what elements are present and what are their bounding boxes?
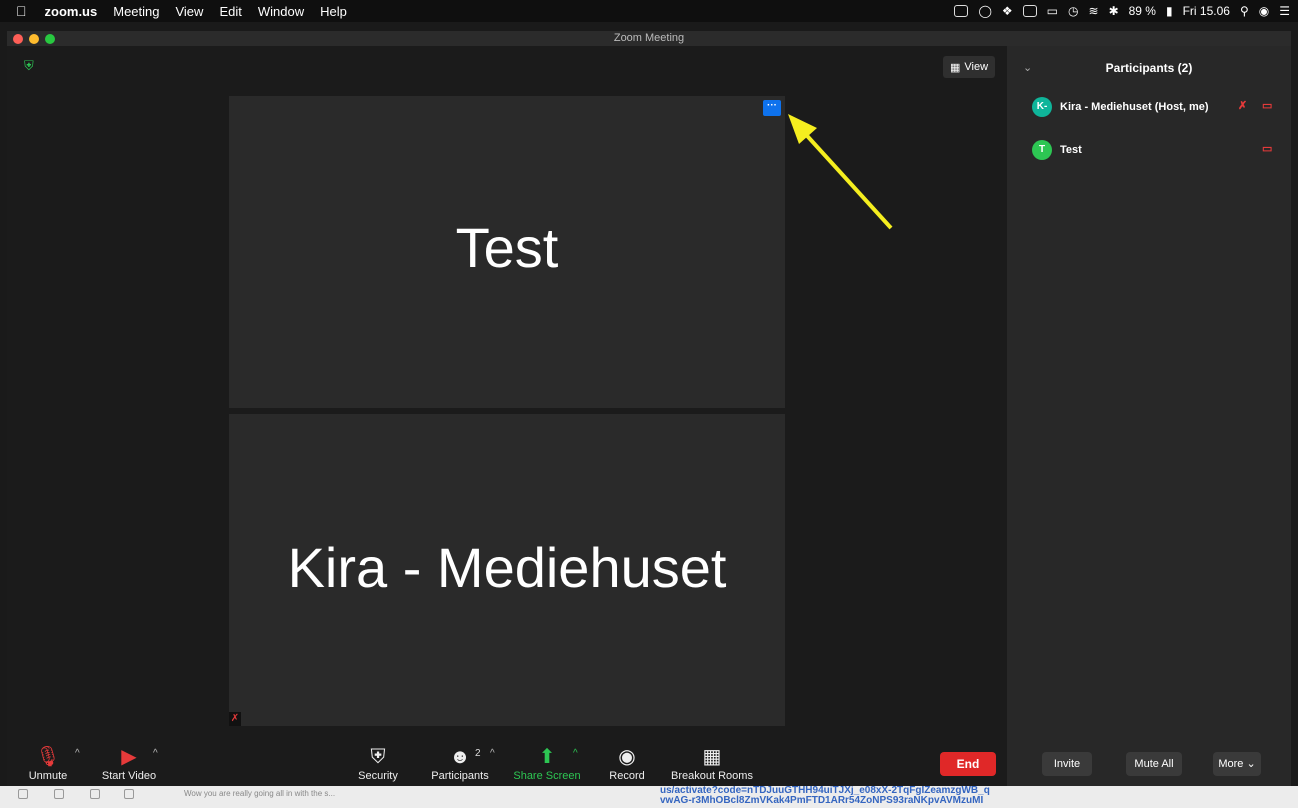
window-title: Zoom Meeting [613,32,685,44]
menu-view[interactable]: View [167,4,211,19]
breakout-rooms-icon: ▦ [702,746,722,768]
bluetooth-icon[interactable]: ✱ [1109,4,1119,18]
airplay-icon[interactable]: ▭ [1047,4,1058,18]
arrow-shaft [798,126,893,230]
participants-label: Participants [431,770,489,782]
more-button-label: More [1218,758,1244,770]
background-app-strip: Wow you are really going all in with the… [0,786,1298,808]
participant-row[interactable]: T Test ▭ [1032,139,1282,161]
security-button[interactable]: ⛨ Security [353,738,403,786]
grid-icon: ▦ [949,61,961,74]
view-button-label: View [964,61,989,73]
window-titlebar: Zoom Meeting [7,31,1291,46]
start-video-button[interactable]: ▶ Start Video [93,738,165,786]
participants-caret-icon[interactable]: ^ [490,748,495,759]
participants-icon: ☻ [449,746,471,768]
meeting-toolbar: 🎙 Unmute ^ ▶ Start Video ^ ⛨ Security ☻ … [7,738,1004,786]
avatar: K- [1032,97,1052,117]
siri-icon[interactable]: ◉ [1259,4,1269,18]
video-tile-test[interactable]: Test ··· [229,96,785,408]
avatar: T [1032,140,1052,160]
minimize-window-button[interactable] [29,34,39,44]
tile-participant-name: Test [455,215,559,279]
record-button[interactable]: ◉ Record [605,738,649,786]
invite-button[interactable]: Invite [1042,752,1092,776]
apple-menu-icon[interactable]:  [0,3,37,19]
unmute-label: Unmute [28,770,68,782]
vpn-icon[interactable]: ◯ [978,4,991,18]
url-line-2: vwAG-r3MhOBcl8ZmVKak4PmFTD1ARr54ZoNPS93r… [660,795,984,806]
audio-options-caret-icon[interactable]: ^ [75,748,80,759]
time-machine-icon[interactable]: ◷ [1068,4,1078,18]
notification-center-icon[interactable]: ☰ [1279,4,1290,18]
participants-button[interactable]: ☻ Participants [425,738,495,786]
dropbox-icon[interactable]: ❖ [1002,4,1013,18]
menu-edit[interactable]: Edit [211,4,249,19]
spotlight-icon[interactable]: ⚲ [1240,4,1249,18]
maximize-window-button[interactable] [45,34,55,44]
menu-help[interactable]: Help [312,4,355,19]
background-url-text: us/activate?code=nTDJuuGTHH94uiTJXj_e08x… [660,786,1050,808]
menu-window[interactable]: Window [250,4,312,19]
reply-icon [90,789,100,799]
status-area: ◯ ❖ ▭ ◷ ≋ ✱ 89 % ▮ Fri 15.06 ⚲ ◉ ☰ [954,0,1290,22]
participants-count: 2 [475,748,481,759]
video-options-caret-icon[interactable]: ^ [153,748,158,759]
menu-app-name[interactable]: zoom.us [37,4,106,19]
participant-name: Kira - Mediehuset (Host, me) [1060,101,1209,113]
record-icon: ◉ [618,746,636,768]
menu-meeting[interactable]: Meeting [105,4,167,19]
mute-all-button[interactable]: Mute All [1126,752,1182,776]
arrow-head [788,114,817,144]
unmute-button[interactable]: 🎙 Unmute [21,738,75,786]
participants-panel: ⌄ Participants (2) K- Kira - Mediehuset … [1007,46,1291,786]
participant-name: Test [1060,144,1082,156]
clock[interactable]: Fri 15.06 [1183,4,1230,18]
breakout-rooms-label: Breakout Rooms [671,770,753,782]
video-tile-kira[interactable]: Kira - Mediehuset ✗ [229,414,785,726]
security-label: Security [358,770,398,782]
share-screen-icon: ⬆ [538,746,556,768]
archive-icon [54,789,64,799]
share-screen-button[interactable]: ⬆ Share Screen [511,738,583,786]
tile-more-options-button[interactable]: ··· [763,100,781,116]
attachment-icon [124,789,134,799]
share-options-caret-icon[interactable]: ^ [573,748,578,759]
battery-percent[interactable]: 89 % [1129,4,1156,18]
close-window-button[interactable] [13,34,23,44]
mail-icon [18,789,28,799]
start-video-label: Start Video [101,770,157,782]
zoom-status-icon[interactable] [954,5,969,17]
shield-icon: ⛨ [370,746,386,768]
video-off-icon: ▶ [121,746,137,768]
tile-participant-name: Kira - Mediehuset [287,535,727,599]
encryption-shield-icon[interactable]: ⛨ [24,59,38,73]
muted-mic-icon: ✗ [1238,100,1248,112]
view-button[interactable]: ▦ View [943,56,995,78]
end-meeting-button[interactable]: End [940,752,996,776]
wifi-icon[interactable]: ≋ [1089,4,1099,18]
video-off-icon: ▭ [1262,100,1273,112]
meeting-area: ⛨ ▦ View Test ··· Kira - Mediehuset ✗ 🎙 … [7,46,1004,786]
battery-icon[interactable]: ▮ [1166,4,1173,18]
share-screen-label: Share Screen [513,770,581,782]
record-label: Record [609,770,645,782]
participant-row[interactable]: K- Kira - Mediehuset (Host, me) ✗ ▭ [1032,96,1282,118]
chevron-down-icon: ⌄ [1243,758,1256,770]
more-button[interactable]: More ⌄ [1213,752,1261,776]
app-status-icon[interactable] [1022,5,1037,17]
muted-mic-icon: 🎙 [35,746,61,768]
zoom-window: ⛨ ▦ View Test ··· Kira - Mediehuset ✗ 🎙 … [7,46,1291,786]
participants-panel-title: Participants (2) [1105,61,1193,75]
breakout-rooms-button[interactable]: ▦ Breakout Rooms [667,738,757,786]
muted-mic-icon: ✗ [229,712,241,726]
macos-menubar:  zoom.us Meeting View Edit Window Help … [0,0,1298,22]
video-off-icon: ▭ [1262,143,1273,155]
email-preview: Wow you are really going all in with the… [184,789,336,798]
